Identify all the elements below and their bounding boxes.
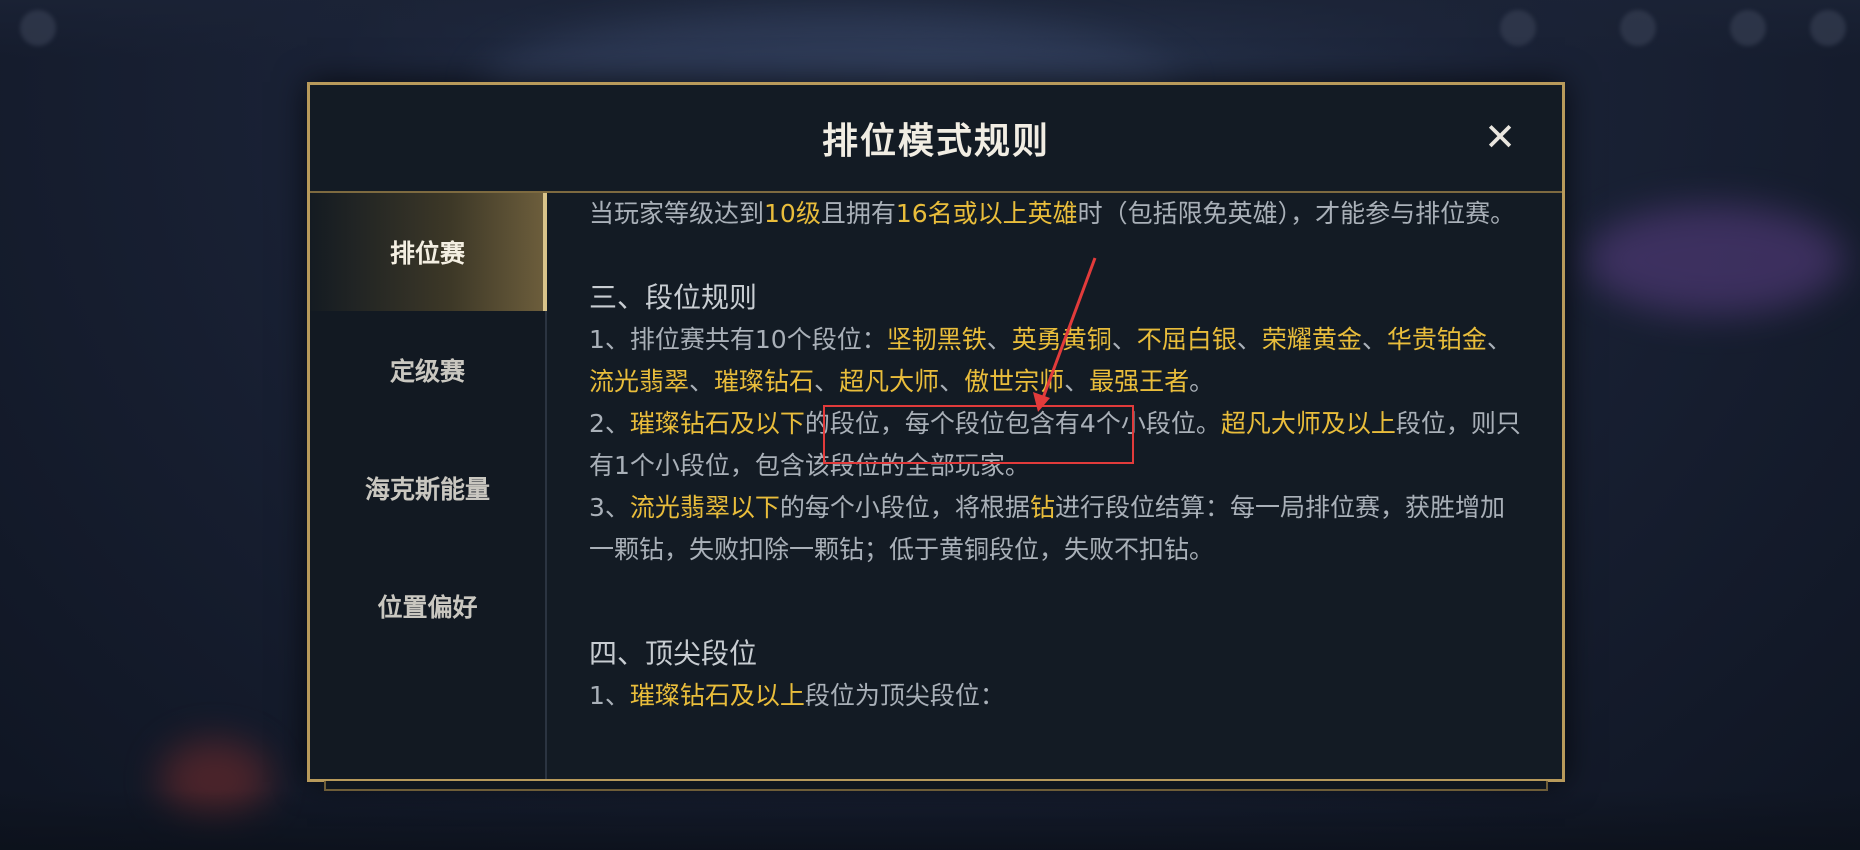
- annotation-arrow-icon: [1033, 257, 1097, 412]
